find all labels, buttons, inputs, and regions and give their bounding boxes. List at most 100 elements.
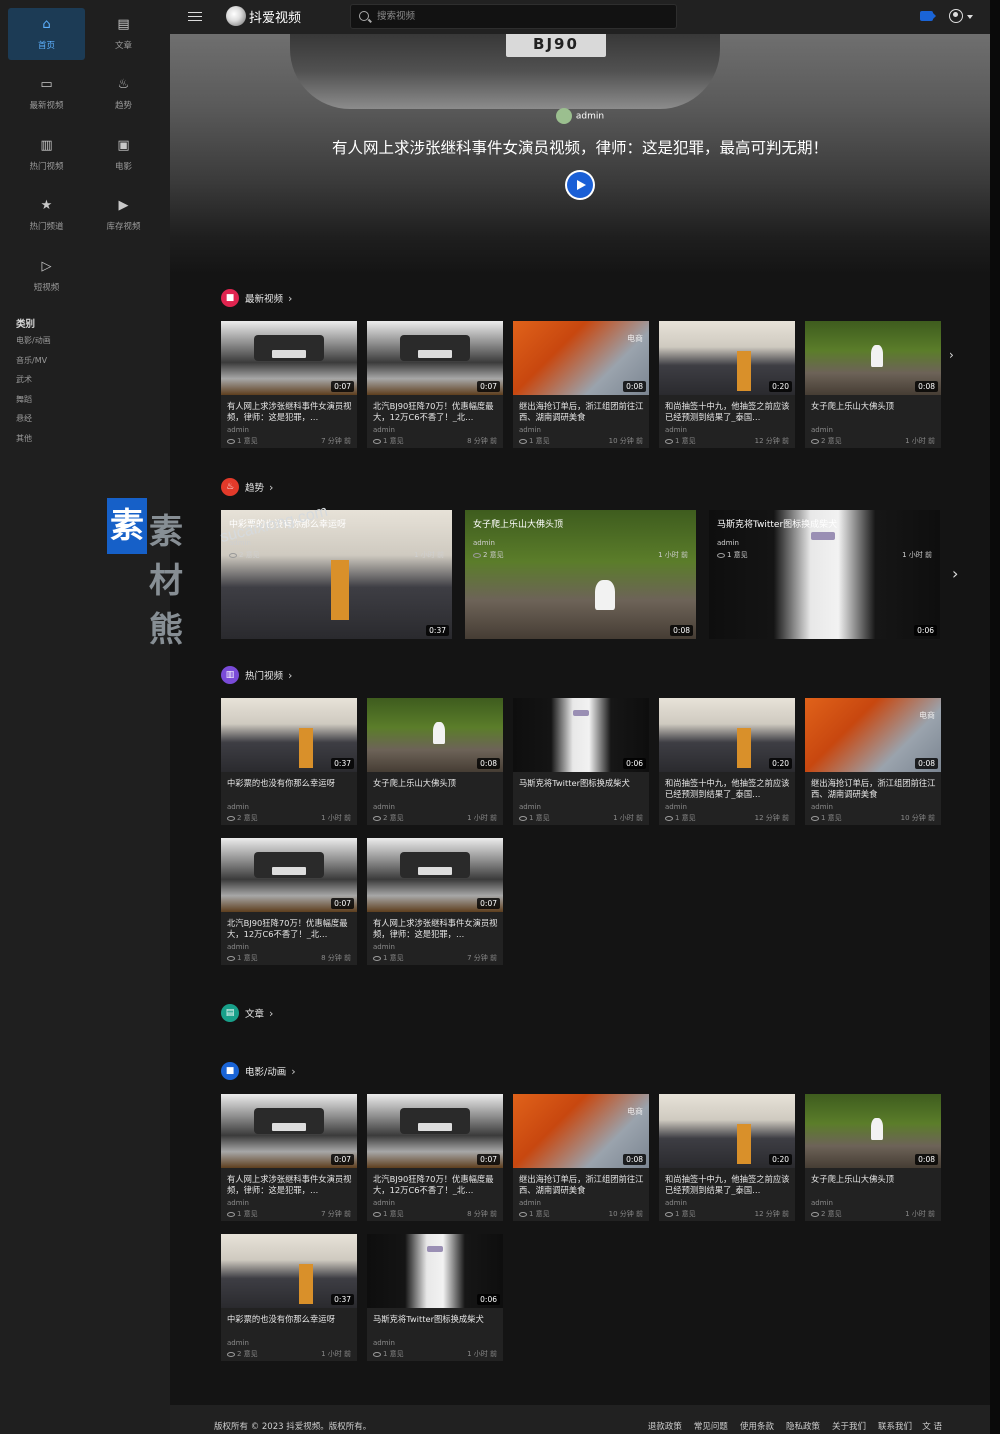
footer-link[interactable]: 使用条款	[740, 1420, 774, 1432]
hero-play-button[interactable]	[565, 170, 595, 200]
video-thumbnail: 0:07	[221, 838, 357, 912]
video-views: 1 意见	[519, 436, 550, 446]
category-item[interactable]: 电影/动画	[16, 336, 51, 356]
video-card[interactable]: 0:20 和尚抽签十中九，他抽签之前应该已经预测到结果了_泰国… admin 1 意见…	[659, 1094, 795, 1221]
language-selector[interactable]: 文 语	[922, 1420, 942, 1432]
video-thumbnail: 0:08	[805, 1094, 941, 1168]
video-title: 继出海抢订单后，浙江组团前往江西、湖南调研美食	[519, 1174, 644, 1195]
video-card[interactable]: 0:08 女子爬上乐山大佛头顶 admin 2 意见 1 小时 前	[805, 1094, 941, 1221]
video-time: 1 小时 前	[613, 814, 643, 822]
video-title: 中彩票的也没有你那么幸运呀	[227, 778, 335, 788]
video-time: 8 分钟 前	[467, 1210, 497, 1218]
video-card[interactable]: 0:08 女子爬上乐山大佛头顶 admin 2 意见 1 小时 前	[805, 321, 941, 448]
hero-plate: BJ90	[506, 34, 606, 57]
trending-card[interactable]: 女子爬上乐山大佛头顶 admin 2 意见 1 小时 前 0:08	[465, 510, 696, 639]
category-item[interactable]: 武术	[16, 375, 51, 395]
video-duration: 0:08	[623, 381, 646, 392]
sidebar-item-library[interactable]: ▶ 库存视频	[85, 190, 162, 242]
sidebar-item-home[interactable]: ⌂ 首页	[8, 8, 85, 60]
sidebar-item-trending[interactable]: ♨ 趋势	[85, 69, 162, 121]
footer-links: 退款政策 常见问题 使用条款 隐私政策 关于我们 联系我们	[636, 1420, 912, 1432]
video-card[interactable]: 0:08 女子爬上乐山大佛头顶 admin 2 意见 1 小时 前	[367, 698, 503, 825]
video-card[interactable]: 电商 0:08 继出海抢订单后，浙江组团前往江西、湖南调研美食 admin 1 意见 10…	[805, 698, 941, 825]
sidebar-item-shorts[interactable]: ▷ 短视频	[8, 250, 85, 302]
video-author: admin	[811, 426, 833, 434]
top-bar: 抖爱视频	[170, 0, 990, 34]
sidebar: ⌂ 首页 ▤ 文章 ▭ 最新视频 ♨ 趋势 ▥ 热门视频 ▣ 电影 ★ 热门频道 ▶ 库存视频 …	[0, 0, 170, 1434]
video-thumbnail: 0:08	[367, 698, 503, 772]
section-hot-header[interactable]: ▥ 热门视频 ›	[221, 666, 292, 684]
footer-link[interactable]: 联系我们	[878, 1420, 912, 1432]
video-card[interactable]: 电商 0:08 继出海抢订单后，浙江组团前往江西、湖南调研美食 admin 1 意见 10…	[513, 1094, 649, 1221]
video-icon: ▭	[40, 77, 53, 92]
fire-icon: ♨	[117, 77, 130, 92]
video-card[interactable]: 0:20 和尚抽签十中九，他抽签之前应该已经预测到结果了_泰国… admin 1 意见…	[659, 321, 795, 448]
category-item[interactable]: 其他	[16, 434, 51, 454]
video-title: 马斯克将Twitter图标换成柴犬	[373, 1314, 484, 1324]
sidebar-item-channels[interactable]: ★ 热门频道	[8, 190, 85, 242]
footer: 版权所有 © 2023 抖爱视频。版权所有。 退款政策 常见问题 使用条款 隐私…	[170, 1405, 990, 1434]
scrollbar-track[interactable]	[990, 0, 1000, 1434]
video-time: 12 分钟 前	[754, 437, 789, 445]
video-card[interactable]: 0:07 北汽BJ90狂降70万！优惠幅度最大，12万C6不香了！_北… admin…	[367, 1094, 503, 1221]
next-arrow-icon[interactable]: ›	[949, 348, 954, 362]
user-icon[interactable]	[949, 9, 963, 23]
video-card[interactable]: 电商 0:08 继出海抢订单后，浙江组团前往江西、湖南调研美食 admin 1 意见 10…	[513, 321, 649, 448]
eye-icon	[373, 1211, 381, 1217]
video-author: admin	[665, 803, 687, 811]
search-icon[interactable]	[359, 11, 369, 21]
video-title: 继出海抢订单后，浙江组团前往江西、湖南调研美食	[519, 401, 644, 422]
video-card[interactable]: 0:06 马斯克将Twitter图标换成柴犬 admin 1 意见 1 小时 前	[513, 698, 649, 825]
video-title: 女子爬上乐山大佛头顶	[811, 401, 894, 411]
video-card[interactable]: 0:07 北汽BJ90狂降70万！优惠幅度最大，12万C6不香了！_北… admin…	[367, 321, 503, 448]
video-title: 有人网上求涉张继科事件女演员视频，律师：这是犯罪，…	[227, 1174, 352, 1195]
video-card[interactable]: 0:06 马斯克将Twitter图标换成柴犬 admin 1 意见 1 小时 前	[367, 1234, 503, 1361]
video-thumbnail: 0:07	[367, 1094, 503, 1168]
sidebar-item-movies[interactable]: ▣ 电影	[85, 129, 162, 181]
footer-link[interactable]: 关于我们	[832, 1420, 866, 1432]
footer-link[interactable]: 隐私政策	[786, 1420, 820, 1432]
chevron-down-icon[interactable]	[967, 15, 973, 19]
footer-link[interactable]: 常见问题	[694, 1420, 728, 1432]
video-card[interactable]: 0:07 有人网上求涉张继科事件女演员视频，律师：这是犯罪，… admin 1 意见 7…	[221, 321, 357, 448]
video-title: 马斯克将Twitter图标换成柴犬	[717, 520, 838, 530]
video-duration: 0:07	[331, 1154, 354, 1165]
video-card[interactable]: 0:07 有人网上求涉张继科事件女演员视频，律师：这是犯罪，… admin 1 意见 7…	[367, 838, 503, 965]
video-card[interactable]: 0:37 中彩票的也没有你那么幸运呀 admin 2 意见 1 小时 前	[221, 1234, 357, 1361]
trending-card[interactable]: 中彩票的也没有你那么幸运呀 admin 2 意见 1 小时 前 0:37	[221, 510, 452, 639]
section-trending-header[interactable]: ♨ 趋势 ›	[221, 478, 273, 496]
hero-title[interactable]: 有人网上求涉张继科事件女演员视频，律师：这是犯罪，最高可判无期！	[170, 136, 990, 158]
video-duration: 0:07	[477, 898, 500, 909]
trending-card[interactable]: 马斯克将Twitter图标换成柴犬 admin 1 意见 1 小时 前 0:06	[709, 510, 940, 639]
sidebar-item-label: 最新视频	[29, 101, 64, 111]
upload-video-icon[interactable]	[920, 11, 936, 21]
sidebar-item-hot[interactable]: ▥ 热门视频	[8, 129, 85, 181]
next-arrow-icon[interactable]: ›	[952, 564, 958, 583]
video-camera-icon: ■	[221, 1062, 239, 1080]
shorts-icon: ▷	[41, 258, 52, 274]
video-card[interactable]: 0:07 有人网上求涉张继科事件女演员视频，律师：这是犯罪，… admin 1 意见 7…	[221, 1094, 357, 1221]
sidebar-item-latest[interactable]: ▭ 最新视频	[8, 69, 85, 121]
sidebar-item-articles[interactable]: ▤ 文章	[85, 8, 162, 60]
category-item[interactable]: 悬经	[16, 414, 51, 434]
hero-banner[interactable]: BJ90 admin 有人网上求涉张继科事件女演员视频，律师：这是犯罪，最高可判…	[170, 34, 990, 274]
chevron-right-icon: ›	[288, 291, 293, 305]
section-movies-header[interactable]: ■ 电影/动画 ›	[221, 1062, 296, 1080]
category-item[interactable]: 舞蹈	[16, 395, 51, 415]
search-input[interactable]	[377, 8, 667, 25]
footer-link[interactable]: 退款政策	[648, 1420, 682, 1432]
section-latest-header[interactable]: ■ 最新视频 ›	[221, 289, 292, 307]
video-time: 7 分钟 前	[321, 437, 351, 445]
video-title: 和尚抽签十中九，他抽签之前应该已经预测到结果了_泰国…	[665, 401, 790, 422]
video-author: admin	[811, 803, 833, 811]
video-title: 中彩票的也没有你那么幸运呀	[229, 520, 347, 530]
section-articles-header[interactable]: ▤ 文章 ›	[221, 1004, 273, 1022]
sidebar-item-label: 文章	[114, 40, 132, 51]
video-card[interactable]: 0:37 中彩票的也没有你那么幸运呀 admin 2 意见 1 小时 前	[221, 698, 357, 825]
logo[interactable]: 抖爱视频	[226, 5, 301, 27]
category-item[interactable]: 音乐/MV	[16, 356, 51, 376]
hero-author[interactable]: admin	[170, 108, 990, 124]
menu-icon[interactable]	[188, 9, 202, 23]
video-card[interactable]: 0:20 和尚抽签十中九，他抽签之前应该已经预测到结果了_泰国… admin 1 意见…	[659, 698, 795, 825]
video-card[interactable]: 0:07 北汽BJ90狂降70万！优惠幅度最大，12万C6不香了！_北… admin…	[221, 838, 357, 965]
